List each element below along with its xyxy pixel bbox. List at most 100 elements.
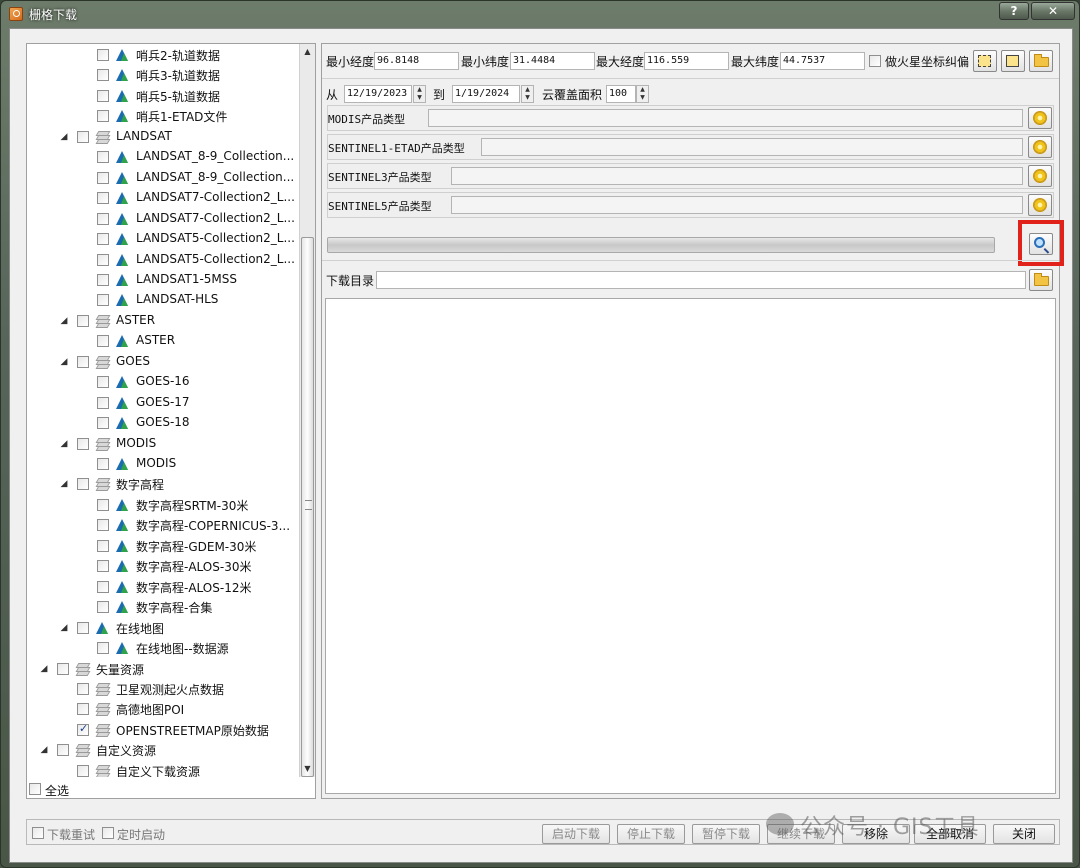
stop-download-button[interactable]: 停止下载	[617, 824, 685, 844]
max-lat-input[interactable]: 44.7537	[780, 52, 865, 70]
tree-item-checkbox[interactable]	[57, 744, 69, 757]
tree-item[interactable]: 数字高程-COPERNICUS-3...	[27, 515, 299, 535]
start-download-button[interactable]: 启动下载	[542, 824, 610, 844]
tree-item[interactable]: ◢ GOES	[27, 352, 299, 372]
tree-item[interactable]: LANDSAT5-Collection2_L...	[27, 229, 299, 249]
sentinel1-product-input[interactable]	[481, 138, 1023, 156]
close-button[interactable]: 关闭	[993, 824, 1055, 844]
tree-item-checkbox[interactable]	[77, 314, 89, 327]
browse-dir-button[interactable]	[1029, 269, 1053, 291]
cloud-cover-spinner[interactable]: ▲ ▼	[636, 85, 649, 103]
tree-item-checkbox[interactable]	[97, 69, 109, 82]
tree-item[interactable]: LANDSAT7-Collection2_L...	[27, 209, 299, 229]
tree-item[interactable]: LANDSAT5-Collection2_L...	[27, 250, 299, 270]
expand-toggle-icon[interactable]: ◢	[59, 316, 69, 326]
tree-item-checkbox[interactable]	[97, 560, 109, 573]
tree-item[interactable]: ◢ MODIS	[27, 434, 299, 454]
from-date-spinner[interactable]: ▲ ▼	[413, 85, 426, 103]
sentinel5-product-settings-button[interactable]	[1028, 194, 1052, 216]
tree-item-checkbox[interactable]	[97, 376, 109, 389]
tree-item[interactable]: GOES-18	[27, 413, 299, 433]
tree-item[interactable]: OPENSTREETMAP原始数据	[27, 720, 299, 740]
tree-item-checkbox[interactable]	[97, 233, 109, 246]
tree-item-checkbox[interactable]	[77, 764, 89, 777]
timer-checkbox[interactable]	[102, 827, 114, 839]
tree-item-checkbox[interactable]	[77, 355, 89, 368]
to-date-spinner[interactable]: ▲ ▼	[521, 85, 534, 103]
tree-item-checkbox[interactable]	[57, 662, 69, 675]
tree-item-checkbox[interactable]	[97, 253, 109, 266]
select-all-checkbox[interactable]	[29, 783, 41, 795]
tree-item[interactable]: LANDSAT_8-9_Collection...	[27, 168, 299, 188]
tree-item-checkbox[interactable]	[77, 722, 89, 736]
tree-scrollbar[interactable]: ▲ ▼	[299, 44, 315, 777]
retry-checkbox[interactable]	[32, 827, 44, 839]
tree-item[interactable]: ◢ 在线地图	[27, 618, 299, 638]
modis-product-settings-button[interactable]	[1028, 107, 1052, 129]
tree-item[interactable]: 数字高程-GDEM-30米	[27, 536, 299, 556]
tree-item-checkbox[interactable]	[97, 642, 109, 655]
tree-item[interactable]: LANDSAT-HLS	[27, 290, 299, 310]
min-lon-input[interactable]: 96.8148	[374, 52, 459, 70]
close-window-button[interactable]: ✕	[1031, 2, 1075, 20]
tree-item[interactable]: 哨兵3-轨道数据	[27, 65, 299, 85]
max-lon-input[interactable]: 116.559	[644, 52, 729, 70]
sentinel5-product-input[interactable]	[451, 196, 1023, 214]
min-lat-input[interactable]: 31.4484	[510, 52, 595, 70]
download-task-list[interactable]	[325, 298, 1056, 794]
open-extent-file-button[interactable]	[1029, 50, 1053, 72]
tree-item-checkbox[interactable]	[77, 437, 89, 450]
pause-download-button[interactable]: 暂停下载	[692, 824, 760, 844]
mars-coordinate-checkbox[interactable]	[869, 55, 881, 67]
expand-toggle-icon[interactable]: ◢	[59, 357, 69, 367]
draw-extent-button[interactable]	[973, 50, 997, 72]
tree-item[interactable]: 卫星观测起火点数据	[27, 679, 299, 699]
tree-item[interactable]: 数字高程-ALOS-30米	[27, 556, 299, 576]
tree-item[interactable]: 哨兵5-轨道数据	[27, 86, 299, 106]
expand-toggle-icon[interactable]: ◢	[39, 664, 49, 674]
tree-item-checkbox[interactable]	[97, 49, 109, 61]
tree-item-checkbox[interactable]	[97, 539, 109, 552]
tree-item[interactable]: ◢ 数字高程	[27, 474, 299, 494]
sentinel3-product-settings-button[interactable]	[1028, 165, 1052, 187]
tree-item[interactable]: 高德地图POI	[27, 699, 299, 719]
tree-item[interactable]: 在线地图--数据源	[27, 638, 299, 658]
tree-item-checkbox[interactable]	[97, 519, 109, 532]
tree-item-checkbox[interactable]	[97, 110, 109, 123]
modis-product-input[interactable]	[428, 109, 1023, 127]
tree-item[interactable]: 数字高程-合集	[27, 597, 299, 617]
tree-item-checkbox[interactable]	[77, 621, 89, 634]
expand-toggle-icon[interactable]: ◢	[59, 479, 69, 489]
tree-item[interactable]: LANDSAT1-5MSS	[27, 270, 299, 290]
tree-item-checkbox[interactable]	[77, 703, 89, 716]
tree-item[interactable]: 数字高程-ALOS-12米	[27, 577, 299, 597]
title-bar[interactable]: 栅格下载 ? ✕	[1, 1, 1079, 27]
tree-item-checkbox[interactable]	[97, 580, 109, 593]
tree-item-checkbox[interactable]	[97, 151, 109, 164]
expand-toggle-icon[interactable]: ◢	[59, 623, 69, 633]
cloud-cover-input[interactable]: 100	[606, 85, 636, 103]
tree-item[interactable]: LANDSAT7-Collection2_L...	[27, 188, 299, 208]
tree-item-checkbox[interactable]	[97, 601, 109, 614]
select-all-row[interactable]: 全选	[27, 780, 297, 798]
tree-item-checkbox[interactable]	[97, 89, 109, 102]
download-dir-input[interactable]	[376, 271, 1026, 289]
expand-toggle-icon[interactable]: ◢	[59, 439, 69, 449]
from-date-input[interactable]: 12/19/2023	[344, 85, 412, 103]
tree-item[interactable]: ◢ ASTER	[27, 311, 299, 331]
sentinel1-product-settings-button[interactable]	[1028, 136, 1052, 158]
tree-item[interactable]: 哨兵1-ETAD文件	[27, 106, 299, 126]
sentinel3-product-input[interactable]	[451, 167, 1023, 185]
to-date-input[interactable]: 1/19/2024	[452, 85, 520, 103]
tree-item-checkbox[interactable]	[97, 458, 109, 470]
tree-item-checkbox[interactable]	[97, 498, 109, 511]
tree-item[interactable]: ◢ 自定义资源	[27, 740, 299, 760]
tree-item-checkbox[interactable]	[97, 396, 109, 409]
expand-toggle-icon[interactable]: ◢	[39, 745, 49, 755]
tree-item[interactable]: GOES-16	[27, 372, 299, 392]
scroll-thumb[interactable]	[301, 237, 314, 777]
tree-item[interactable]: MODIS	[27, 454, 299, 474]
scroll-down-icon[interactable]: ▼	[300, 761, 315, 777]
tree-item-checkbox[interactable]	[97, 192, 109, 205]
tree-item[interactable]: LANDSAT_8-9_Collection...	[27, 147, 299, 167]
